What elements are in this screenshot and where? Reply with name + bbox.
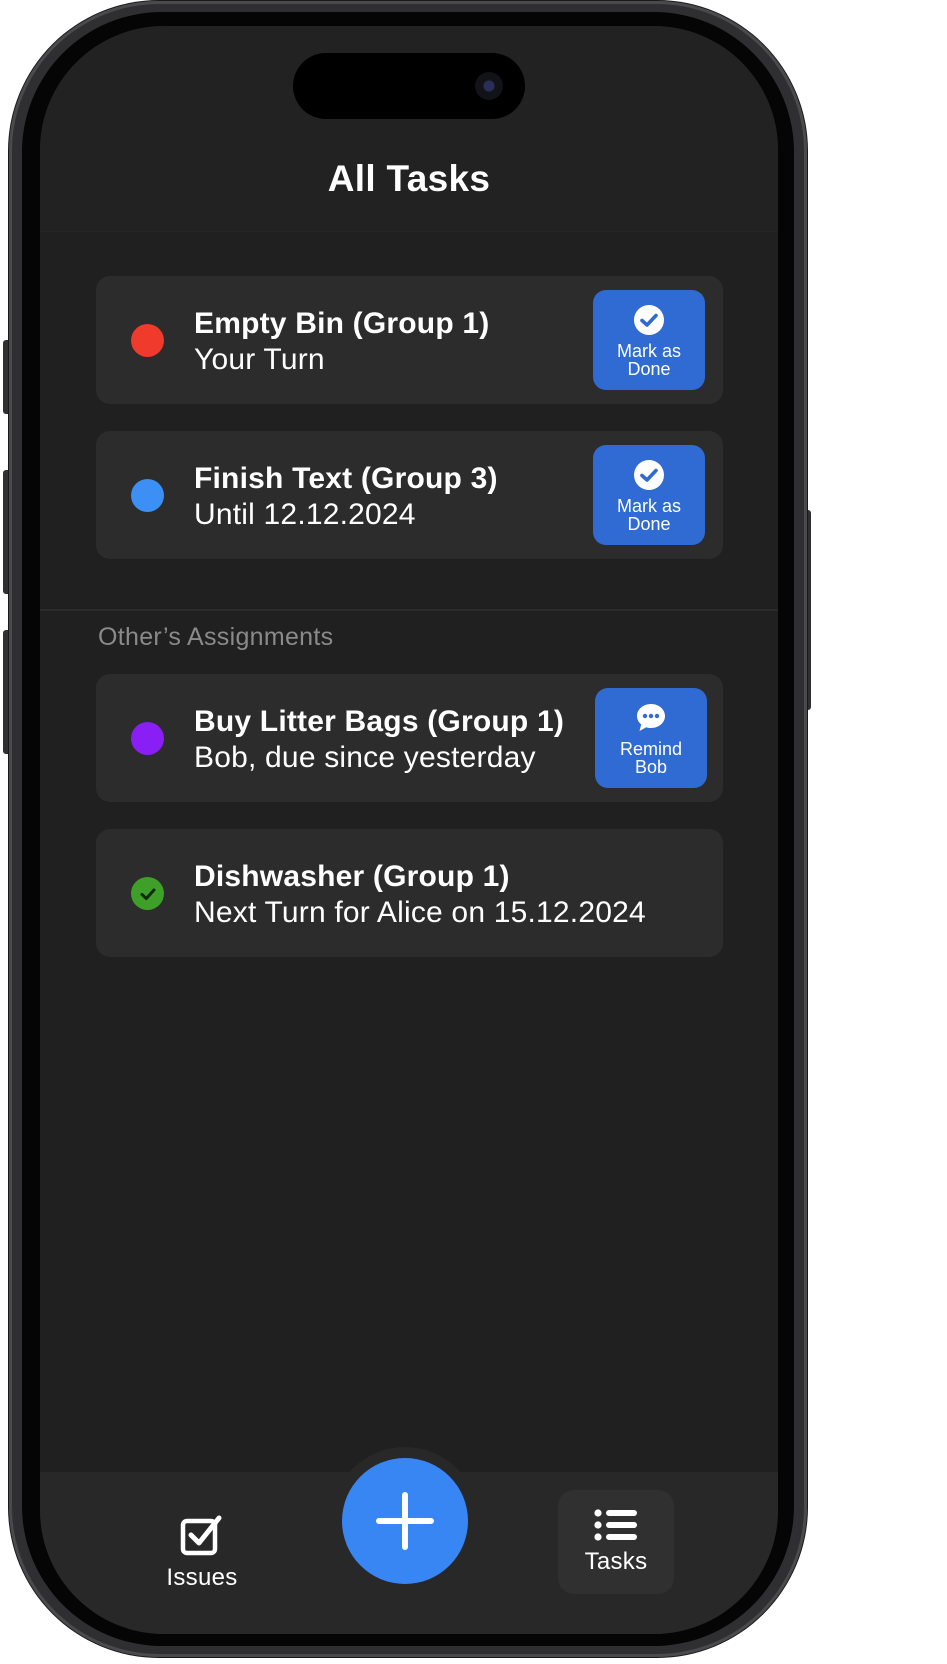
nav-label-issues: Issues — [166, 1564, 238, 1591]
section-divider — [40, 609, 778, 611]
task-subtitle: Next Turn for Alice on 15.12.2024 — [194, 896, 646, 929]
status-dot-icon — [131, 479, 164, 512]
plus-icon — [376, 1492, 434, 1550]
nav-label-tasks: Tasks — [584, 1548, 648, 1575]
mark-as-done-label: Mark as Done — [616, 496, 681, 534]
task-text: Dishwasher (Group 1) Next Turn for Alice… — [194, 859, 646, 931]
task-title: Finish Text (Group 3) — [194, 462, 498, 495]
section-label-others: Other’s Assignments — [98, 623, 334, 651]
task-subtitle: Bob, due since yesterday — [194, 741, 536, 774]
task-card[interactable]: Finish Text (Group 3) Until 12.12.2024 M… — [96, 431, 723, 559]
nav-item-tasks[interactable]: Tasks — [558, 1490, 674, 1594]
add-task-button[interactable] — [342, 1458, 468, 1584]
remind-bob-label: Remind Bob — [619, 739, 683, 777]
page-title: All Tasks — [327, 158, 491, 199]
task-subtitle: Until 12.12.2024 — [194, 498, 416, 531]
dynamic-island — [293, 53, 525, 119]
mark-as-done-button[interactable]: Mark as Done — [593, 290, 705, 390]
task-text: Empty Bin (Group 1) Your Turn — [194, 306, 489, 378]
task-subtitle: Your Turn — [194, 343, 325, 376]
task-title: Dishwasher (Group 1) — [194, 860, 510, 893]
checkbox-icon — [180, 1515, 222, 1556]
check-circle-icon — [634, 305, 664, 335]
list-icon — [594, 1509, 637, 1541]
mark-as-done-label: Mark as Done — [616, 341, 681, 379]
task-title: Buy Litter Bags (Group 1) — [194, 705, 565, 738]
nav-item-issues[interactable]: Issues — [152, 1512, 252, 1602]
remind-bob-button[interactable]: Remind Bob — [595, 688, 707, 788]
mark-as-done-button[interactable]: Mark as Done — [593, 445, 705, 545]
check-circle-icon — [634, 460, 664, 490]
camera-icon — [475, 72, 503, 100]
status-dot-icon — [131, 324, 164, 357]
task-card[interactable]: Dishwasher (Group 1) Next Turn for Alice… — [96, 829, 723, 957]
task-title: Empty Bin (Group 1) — [194, 307, 490, 340]
task-text: Buy Litter Bags (Group 1) Bob, due since… — [194, 704, 564, 776]
check-circle-icon — [131, 877, 164, 910]
app-screen: All Tasks Empty Bin (Group 1) Your Turn … — [40, 26, 778, 1634]
task-card[interactable]: Empty Bin (Group 1) Your Turn Mark as Do… — [96, 276, 723, 404]
chat-bubble-icon — [637, 704, 665, 731]
task-card[interactable]: Buy Litter Bags (Group 1) Bob, due since… — [96, 674, 723, 802]
task-text: Finish Text (Group 3) Until 12.12.2024 — [194, 461, 498, 533]
status-dot-icon — [131, 722, 164, 755]
